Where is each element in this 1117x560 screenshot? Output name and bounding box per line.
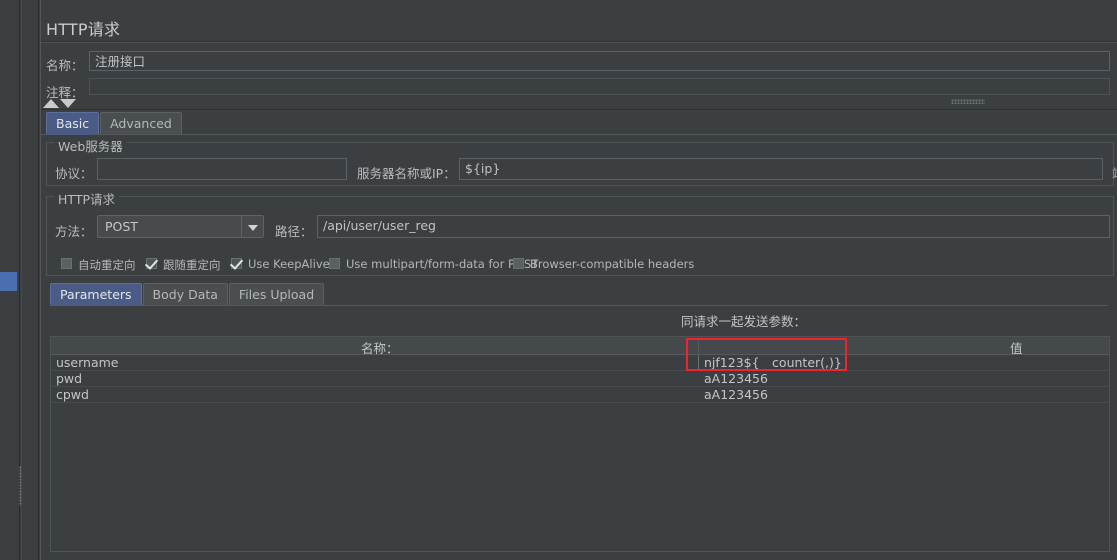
table-row[interactable]: pwd aA123456 (51, 371, 1109, 387)
table-row[interactable]: cpwd aA123456 (51, 387, 1109, 403)
cell-parameter-value[interactable]: aA123456 (704, 371, 768, 387)
checkbox-label: Browser-compatible headers (530, 257, 695, 271)
checkbox-box[interactable] (329, 258, 340, 269)
tab-basic[interactable]: Basic (46, 112, 100, 134)
checkbox-box[interactable] (513, 258, 524, 269)
page-title: HTTP请求 (46, 20, 121, 39)
name-label: 名称： (46, 58, 84, 73)
tab-basic-underline (46, 133, 91, 135)
checkbox-box[interactable] (61, 258, 72, 269)
path-label: 路径： (275, 224, 313, 239)
table-header-row: 名称： 值 (51, 337, 1109, 356)
jmeter-http-request-window: HTTP请求 名称： 注册接口 注释： Basic Advanced Web服务… (0, 0, 1117, 560)
tab-parameters[interactable]: Parameters (50, 283, 142, 305)
tab-body-data[interactable]: Body Data (142, 283, 228, 305)
cell-parameter-name[interactable]: cpwd (56, 387, 89, 403)
method-select-value: POST (105, 219, 138, 234)
active-column-divider[interactable] (698, 355, 699, 371)
table-row[interactable]: username njf123${__counter(,)} (51, 355, 1109, 371)
cell-parameter-value[interactable]: njf123${__counter(,)} (704, 355, 842, 371)
splitter-collapse-controls[interactable] (43, 98, 83, 109)
title-divider-light (41, 42, 1117, 43)
column-divider[interactable] (698, 337, 699, 354)
header-bottom-divider (41, 109, 1117, 110)
checkbox-label: 自动重定向 (78, 258, 136, 272)
method-select[interactable]: POST (97, 215, 264, 238)
collapse-up-arrow-icon[interactable] (43, 99, 59, 108)
chevron-down-icon[interactable] (241, 216, 263, 237)
cell-parameter-name[interactable]: username (56, 355, 119, 371)
checkbox-box[interactable] (146, 258, 157, 269)
web-server-group-title: Web服务器 (54, 136, 127, 155)
path-input[interactable]: /api/user/user_reg (317, 215, 1110, 238)
tab-parameters-underline (50, 304, 131, 306)
tab-files-upload[interactable]: Files Upload (228, 283, 325, 305)
vertical-splitter[interactable] (21, 0, 39, 560)
http-request-editor-panel: HTTP请求 名称： 注册接口 注释： Basic Advanced Web服务… (40, 0, 1117, 560)
collapse-down-arrow-icon[interactable] (60, 99, 76, 108)
checkbox-label: Use multipart/form-data for POST (346, 257, 539, 271)
name-input[interactable]: 注册接口 (89, 51, 1110, 71)
cell-parameter-value[interactable]: aA123456 (704, 387, 768, 403)
comment-input[interactable] (89, 78, 1110, 95)
method-label: 方法： (55, 224, 93, 239)
cell-parameter-name[interactable]: pwd (56, 371, 82, 387)
parameters-table[interactable]: 名称： 值 username njf123${__counter(,)} pwd… (50, 336, 1110, 552)
left-gutter (0, 0, 20, 560)
port-label-clipped: 端 (1112, 163, 1117, 182)
tree-selection-indicator[interactable] (0, 272, 17, 291)
checkbox-label: 跟随重定向 (163, 258, 221, 272)
checkbox-box[interactable] (231, 258, 242, 269)
server-name-label: 服务器名称或IP： (357, 166, 456, 181)
checkbox-label: Use KeepAlive (248, 257, 330, 271)
send-parameters-with-request-label: 同请求一起发送参数： (681, 314, 807, 329)
tabstrip-baseline (41, 134, 1117, 135)
http-request-group-title: HTTP请求 (54, 189, 119, 208)
tab-advanced[interactable]: Advanced (100, 112, 182, 134)
server-name-input[interactable]: ${ip} (459, 158, 1103, 180)
data-tabstrip-baseline (50, 305, 1108, 306)
protocol-input[interactable] (97, 158, 347, 180)
main-tabstrip: Basic Advanced (46, 112, 183, 134)
data-tabstrip: Parameters Body Data Files Upload (50, 283, 325, 305)
protocol-label: 协议： (55, 166, 93, 181)
horizontal-splitter-grip[interactable] (951, 99, 985, 104)
